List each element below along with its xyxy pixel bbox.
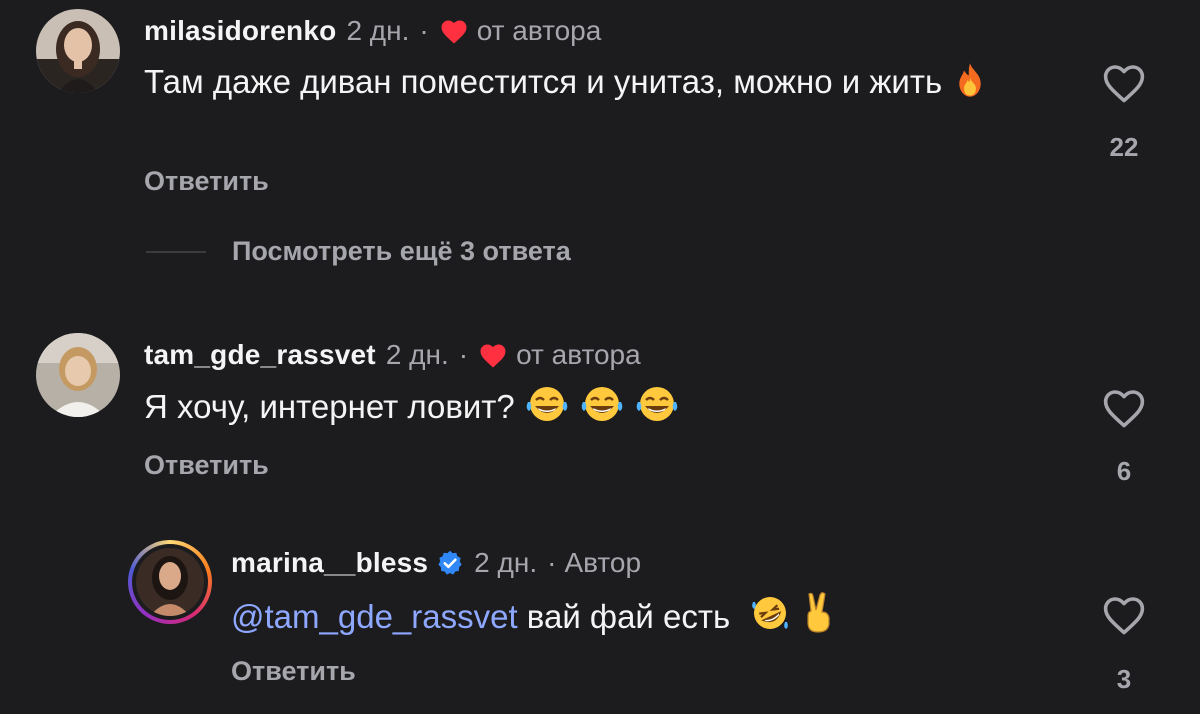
liked-by-author-label: от автора xyxy=(516,339,641,370)
laughing-tears-emoji-icon xyxy=(634,384,680,435)
comment-text-content: Там даже диван поместится и унитаз, можн… xyxy=(144,63,943,100)
timestamp: 2 дн. xyxy=(474,547,538,578)
timestamp: 2 дн. xyxy=(346,15,410,46)
comments-screen: milasidorenko 2 дн. · от автора Там даже… xyxy=(0,0,1200,714)
comment-text: Я хочу, интернет ловит? xyxy=(144,384,1044,435)
comment-meta: milasidorenko 2 дн. · от автора xyxy=(144,14,601,48)
like-heart-icon[interactable] xyxy=(1100,592,1148,636)
like-count: 6 xyxy=(1116,456,1132,486)
view-more-replies-button[interactable]: Посмотреть ещё 3 ответа xyxy=(146,236,571,267)
avatar[interactable] xyxy=(36,9,120,93)
like-heart-icon[interactable] xyxy=(1100,60,1148,104)
comment-meta: marina__bless 2 дн. · Автор xyxy=(231,546,641,580)
separator: · xyxy=(419,15,429,46)
author-liked-heart-icon xyxy=(478,341,508,369)
reply-button[interactable]: Ответить xyxy=(144,166,269,197)
author-liked-heart-icon xyxy=(439,17,469,45)
comment-meta: tam_gde_rassvet 2 дн. · от автора xyxy=(144,338,641,372)
timestamp: 2 дн. xyxy=(385,339,449,370)
avatar[interactable] xyxy=(36,333,120,417)
liked-by-author-label: от автора xyxy=(476,15,602,46)
username[interactable]: tam_gde_rassvet xyxy=(144,338,376,372)
username[interactable]: milasidorenko xyxy=(144,14,336,48)
author-badge: Автор xyxy=(564,547,642,578)
fire-emoji-icon xyxy=(951,61,989,110)
comment-text: Там даже диван поместится и унитаз, можн… xyxy=(144,60,1044,110)
verified-badge-icon xyxy=(436,549,464,577)
mention-link[interactable]: @tam_gde_rassvet xyxy=(231,598,518,635)
avatar-image xyxy=(136,548,204,616)
view-more-replies-label: Посмотреть ещё 3 ответа xyxy=(232,236,571,266)
like-count: 22 xyxy=(1109,132,1139,162)
like-count: 3 xyxy=(1116,664,1132,694)
avatar-image xyxy=(36,333,120,417)
separator: · xyxy=(458,339,469,370)
divider-line xyxy=(146,250,206,253)
reply-button[interactable]: Ответить xyxy=(231,656,356,687)
username[interactable]: marina__bless xyxy=(231,546,428,580)
comment-text: @tam_gde_rassvet вай фай есть xyxy=(231,590,1131,645)
comment-text-content: Я хочу, интернет ловит? xyxy=(144,388,515,425)
reply-button[interactable]: Ответить xyxy=(144,450,269,481)
avatar-image xyxy=(36,9,120,93)
separator: · xyxy=(547,547,557,578)
laughing-tears-emoji-icon xyxy=(524,384,570,435)
avatar-story-ring[interactable] xyxy=(128,540,212,624)
comment-text-content: вай фай есть xyxy=(517,598,740,635)
rolling-laughing-emoji-icon xyxy=(749,592,791,645)
like-heart-icon[interactable] xyxy=(1100,385,1148,429)
laughing-tears-emoji-icon xyxy=(579,384,625,435)
victory-hand-emoji-icon xyxy=(800,590,836,645)
